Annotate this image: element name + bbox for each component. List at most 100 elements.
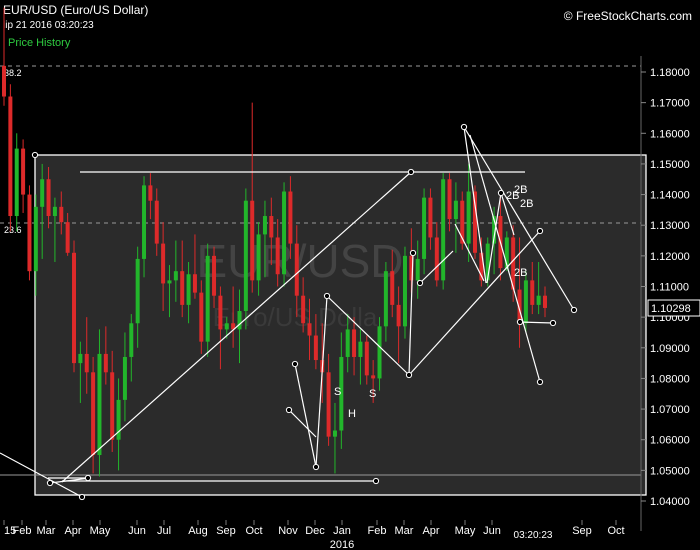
x-tick-label: Apr: [422, 525, 439, 537]
anchor-point: [405, 371, 413, 379]
x-tick-label: Jun: [483, 525, 501, 537]
candle-body: [2, 65, 6, 97]
pattern-label: 2B: [514, 267, 527, 279]
candle-body: [294, 243, 299, 296]
pattern-label: S: [369, 388, 376, 400]
candle-body: [390, 271, 395, 305]
candle-body: [205, 255, 210, 342]
candle-body: [154, 200, 159, 244]
candle-body: [402, 255, 407, 327]
x-tick-label: May: [455, 525, 476, 537]
x-tick-label: Sep: [572, 525, 592, 537]
y-tick-label: 1.16000: [650, 128, 690, 140]
candle-body: [523, 280, 528, 324]
x-tick-label: Mar: [37, 525, 56, 537]
anchor-point: [312, 463, 320, 471]
anchor-point: [497, 189, 505, 197]
candle-body: [428, 197, 433, 238]
candle-body: [212, 255, 217, 296]
x-tick-label: Jul: [157, 525, 171, 537]
pattern-label: 2B: [506, 190, 519, 202]
candle-body: [307, 323, 312, 336]
candle-body: [91, 372, 96, 456]
candle-body: [352, 329, 357, 357]
y-tick-label: 1.15000: [650, 159, 690, 171]
x-tick-label: May: [90, 525, 111, 537]
anchor-point: [31, 151, 39, 159]
anchor-point: [536, 378, 544, 386]
y-tick-label: 1.05000: [650, 465, 690, 477]
anchor-point: [46, 479, 54, 487]
candle-body: [422, 197, 427, 259]
anchor-point: [409, 249, 417, 257]
x-tick-label: Dec: [305, 525, 325, 537]
y-tick-label: 1.17000: [650, 98, 690, 110]
candle-body: [434, 237, 439, 281]
candle-body: [530, 280, 535, 305]
candle-body: [224, 323, 229, 330]
price-chart[interactable]: 38.223.6 EUR/USDEuro/US Dolla SHS2B2B2B2…: [0, 0, 700, 550]
x-tick-label: Feb: [13, 525, 32, 537]
x-tick-label: Oct: [245, 525, 262, 537]
candle-body: [466, 191, 471, 244]
anchor-point: [291, 360, 299, 368]
candle-body: [371, 375, 376, 379]
y-tick-label: 1.06000: [650, 435, 690, 447]
candle-body: [282, 191, 287, 275]
pattern-label: S: [334, 386, 341, 398]
candle-body: [65, 222, 70, 253]
anchor-point: [570, 306, 578, 314]
candle-body: [173, 271, 178, 281]
candle-body: [40, 179, 45, 207]
candle-body: [536, 295, 541, 305]
candle-body: [52, 206, 57, 217]
candle-body: [453, 200, 458, 220]
candle-body: [218, 295, 223, 330]
x-tick-label: Feb: [368, 525, 387, 537]
last-price-label: 1.10298: [651, 303, 691, 315]
candle-body: [33, 206, 38, 272]
candle-body: [396, 304, 401, 327]
y-tick-label: 1.08000: [650, 373, 690, 385]
x-tick-label: Oct: [607, 525, 624, 537]
y-tick-label: 1.13000: [650, 220, 690, 232]
y-tick-label: 1.07000: [650, 404, 690, 416]
candle-body: [27, 194, 32, 272]
candle-body: [358, 341, 363, 357]
candle-body: [103, 353, 108, 373]
candle-body: [186, 274, 191, 305]
candle-body: [313, 335, 318, 361]
candle-body: [148, 185, 153, 201]
x-tick-label: Mar: [395, 525, 414, 537]
anchor-point: [285, 406, 293, 414]
candle-body: [59, 206, 64, 223]
y-tick-label: 1.11000: [650, 282, 689, 294]
anchor-point: [78, 493, 86, 501]
candle-body: [364, 341, 369, 376]
anchor-point: [549, 319, 557, 327]
fib-label-23-6: 23.6: [4, 225, 22, 235]
x-tick-label: Jan: [333, 525, 351, 537]
pattern-label: H: [348, 408, 356, 420]
x-tick-label: Sep: [216, 525, 236, 537]
y-tick-label: 1.09000: [650, 343, 690, 355]
candle-body: [129, 323, 134, 357]
candle-body: [14, 148, 19, 217]
candle-body: [441, 179, 446, 281]
candle-body: [180, 271, 185, 305]
x-tick-label: Apr: [64, 525, 81, 537]
time-label: 03:20:23: [514, 530, 553, 541]
pattern-label: 2B: [520, 198, 533, 210]
x-tick-label: Nov: [278, 525, 298, 537]
candle-body: [161, 243, 166, 284]
candle-body: [192, 274, 197, 293]
candle-body: [8, 96, 13, 217]
candle-body: [46, 179, 51, 217]
y-tick-label: 1.12000: [650, 251, 690, 263]
candle-body: [543, 295, 547, 308]
anchor-point: [407, 168, 415, 176]
candle-body: [415, 258, 420, 281]
candle-body: [237, 311, 242, 330]
candle-body: [447, 179, 452, 220]
fib-label-38-2: 38.2: [4, 68, 22, 78]
